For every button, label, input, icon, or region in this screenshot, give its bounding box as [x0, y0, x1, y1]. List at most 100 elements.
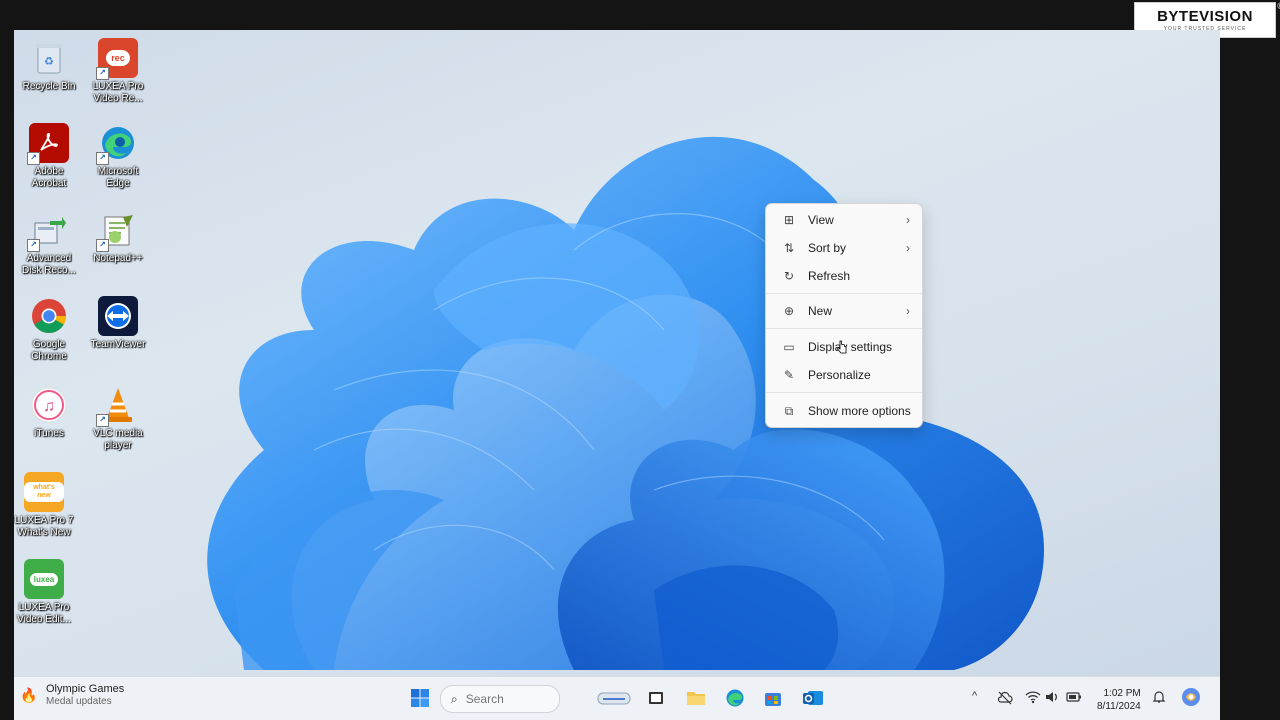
- chevron-right-icon: ›: [906, 213, 910, 227]
- open-external-icon: ⧉: [784, 403, 794, 418]
- luxea-whats-new-icon: what's new: [24, 472, 64, 512]
- itunes-desktop-icon[interactable]: ♫ iTunes: [17, 385, 81, 440]
- menu-item-personalize-label: Personalize: [808, 368, 871, 382]
- vlc-cone-icon: ↗: [96, 385, 138, 427]
- widget-subtitle: Medal updates: [46, 696, 112, 707]
- itunes-label: iTunes: [34, 428, 64, 439]
- taskbar-clock[interactable]: 1:02 PM 8/11/2024: [1097, 687, 1141, 713]
- luxea-glyph-text: luxea: [29, 572, 59, 586]
- luxea-video-editor-desktop-icon[interactable]: luxea LUXEA Pro Video Edit...: [14, 559, 76, 626]
- teamviewer-label: TeamViewer: [90, 339, 146, 350]
- notepad-plus-plus-label: Notepad++: [93, 253, 143, 264]
- luxea-editor-icon: luxea: [24, 559, 64, 599]
- store-bag-icon: [765, 693, 781, 706]
- notepad-plus-plus-desktop-icon[interactable]: ↗ Notepad++: [86, 210, 150, 265]
- menu-separator: [766, 328, 922, 329]
- advanced-disk-recovery-label: Advanced Disk Reco...: [22, 253, 76, 276]
- menu-item-show-more-options-label: Show more options: [808, 404, 911, 418]
- recycle-bin-desktop-icon[interactable]: ♻ Recycle Bin: [17, 38, 81, 93]
- advanced-disk-recovery-desktop-icon[interactable]: ↗ Advanced Disk Reco...: [17, 210, 81, 277]
- torch-icon: 🔥: [20, 686, 38, 703]
- recycle-bin-label: Recycle Bin: [22, 81, 76, 92]
- file-explorer-button[interactable]: [684, 686, 708, 710]
- luxea-video-recorder-desktop-icon[interactable]: rec ↗ LUXEA Pro Video Re...: [86, 38, 150, 105]
- menu-item-refresh[interactable]: ↻ Refresh: [770, 263, 918, 289]
- brush-icon: ✎: [783, 368, 795, 382]
- folder-icon: [687, 692, 705, 705]
- widget-title: Olympic Games: [46, 683, 125, 695]
- vlc-label: VLC media player: [93, 428, 143, 451]
- search-icon: ⌕: [451, 691, 458, 706]
- search-input[interactable]: [463, 691, 548, 707]
- recycle-bin-icon: ♻: [29, 38, 69, 78]
- whats-new-glyph-text: what's new: [24, 482, 64, 502]
- microsoft-edge-label: Microsoft Edge: [97, 166, 139, 189]
- display-icon: ▭: [783, 340, 795, 354]
- wifi-icon[interactable]: [1025, 690, 1041, 704]
- menu-item-view[interactable]: ⊞ View ›: [770, 207, 918, 233]
- cloud-off-icon[interactable]: [997, 690, 1013, 706]
- taskbar-search[interactable]: ⌕: [440, 685, 560, 713]
- menu-item-new-label: New: [808, 304, 833, 318]
- teamviewer-icon: [98, 296, 138, 336]
- shortcut-arrow-icon: ↗: [27, 239, 40, 252]
- shortcut-arrow-icon: ↗: [96, 239, 109, 252]
- store-button[interactable]: [761, 686, 785, 710]
- menu-item-personalize[interactable]: ✎ Personalize: [770, 362, 918, 388]
- luxea-video-recorder-label: LUXEA Pro Video Re...: [92, 81, 144, 104]
- luxea-whats-new-label: LUXEA Pro 7 What's New: [14, 515, 74, 538]
- sort-icon: ⇅: [783, 241, 795, 255]
- menu-item-show-more-options[interactable]: ⧉ Show more options: [770, 398, 918, 424]
- clock-date: 8/11/2024: [1097, 701, 1141, 712]
- menu-item-new[interactable]: ⊕ New ›: [770, 298, 918, 324]
- svg-text:♫: ♫: [43, 398, 55, 415]
- luxea-video-editor-label: LUXEA Pro Video Edit...: [17, 602, 71, 625]
- itunes-icon: ♫: [29, 385, 69, 425]
- news-widget[interactable]: 🔥 Olympic Games Medal updates: [20, 683, 124, 708]
- grid-icon: ⊞: [783, 213, 795, 227]
- refresh-icon: ↻: [783, 269, 795, 283]
- shortcut-arrow-icon: ↗: [96, 152, 109, 165]
- edge-taskbar-button[interactable]: [723, 686, 747, 710]
- edge-icon: [726, 689, 744, 707]
- teamviewer-desktop-icon[interactable]: TeamViewer: [86, 296, 150, 351]
- volume-icon[interactable]: [1045, 690, 1059, 704]
- plus-circle-icon: ⊕: [783, 304, 795, 318]
- menu-item-refresh-label: Refresh: [808, 269, 851, 283]
- notepad-plus-plus-icon: ↗: [96, 210, 138, 252]
- google-chrome-label: Google Chrome: [31, 339, 67, 362]
- widgets-game-button[interactable]: [596, 686, 632, 710]
- shortcut-arrow-icon: ↗: [96, 414, 109, 427]
- desktop-context-menu: ⊞ View › ⇅ Sort by › ↻ Refresh ⊕ New › ▭…: [765, 203, 923, 428]
- menu-separator: [766, 392, 922, 393]
- shortcut-arrow-icon: ↗: [96, 67, 109, 80]
- microsoft-edge-desktop-icon[interactable]: ↗ Microsoft Edge: [86, 123, 150, 190]
- copilot-icon[interactable]: [1180, 686, 1202, 708]
- rec-glyph-text: rec: [106, 50, 130, 66]
- chevron-right-icon: ›: [906, 241, 910, 255]
- luxea-recorder-icon: rec ↗: [96, 38, 138, 80]
- task-view-button[interactable]: [644, 686, 668, 710]
- acrobat-icon: ↗: [27, 123, 69, 165]
- outlook-button[interactable]: [801, 686, 825, 710]
- start-button[interactable]: [408, 686, 432, 710]
- windows-logo-icon: [411, 689, 429, 707]
- chrome-icon: [29, 296, 69, 336]
- google-chrome-desktop-icon[interactable]: Google Chrome: [17, 296, 81, 363]
- adobe-acrobat-desktop-icon[interactable]: ↗ Adobe Acrobat: [17, 123, 81, 190]
- desktop-screen[interactable]: ♻ Recycle Bin ↗ Adobe Acrobat ↗ Advanced…: [14, 30, 1220, 720]
- disk-recovery-icon: ↗: [27, 210, 69, 252]
- mouse-pointer-icon: [837, 340, 847, 354]
- bloom-wallpaper: [207, 136, 1045, 670]
- menu-separator: [766, 293, 922, 294]
- menu-item-sort-by[interactable]: ⇅ Sort by ›: [770, 235, 918, 261]
- notification-bell-icon[interactable]: [1152, 690, 1166, 704]
- tray-overflow-chevron-icon[interactable]: ^: [972, 690, 977, 702]
- vlc-desktop-icon[interactable]: ↗ VLC media player: [86, 385, 150, 452]
- svg-text:♻: ♻: [44, 56, 54, 68]
- menu-item-display-settings-label: Display settings: [808, 340, 893, 354]
- task-view-icon: [649, 692, 663, 704]
- outlook-icon: [803, 691, 823, 705]
- battery-icon[interactable]: [1066, 690, 1082, 704]
- luxea-whats-new-desktop-icon[interactable]: what's new LUXEA Pro 7 What's New: [14, 472, 76, 539]
